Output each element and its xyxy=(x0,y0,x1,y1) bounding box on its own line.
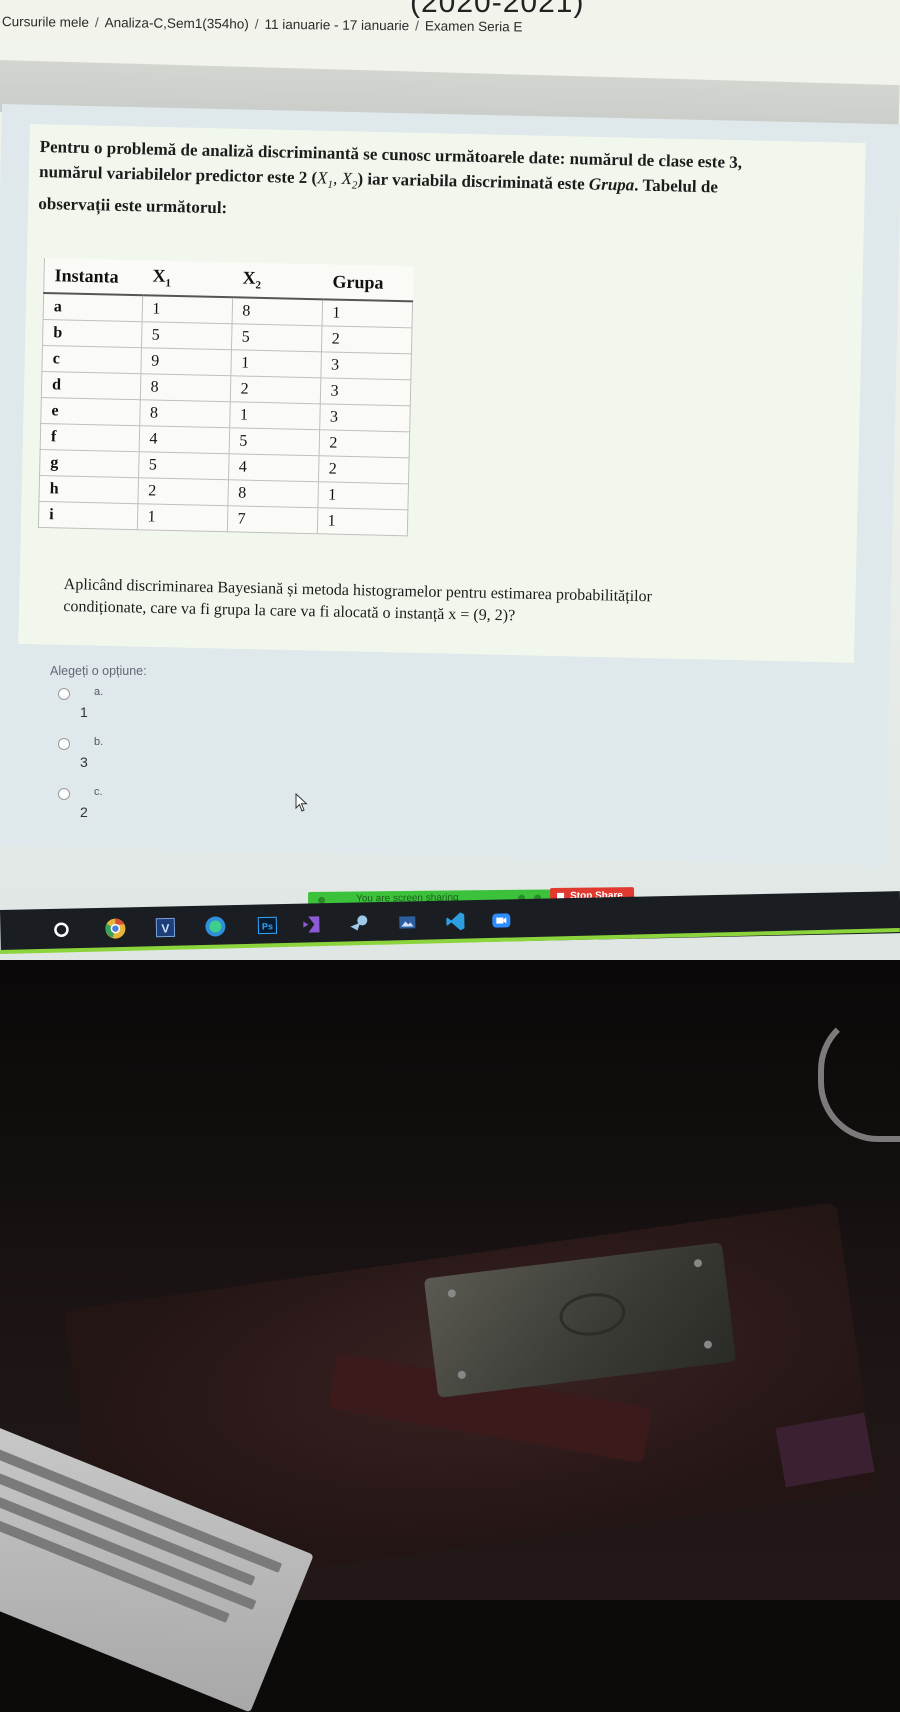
cell-x2: 1 xyxy=(229,401,320,430)
rivet xyxy=(447,1288,457,1298)
vscode-icon[interactable] xyxy=(444,910,466,932)
option-value: 1 xyxy=(80,704,88,720)
chrome-icon[interactable] xyxy=(104,917,126,939)
cell-x1: 2 xyxy=(137,477,229,506)
cell-x2: 8 xyxy=(227,479,318,508)
cell-instanta: b xyxy=(42,319,142,348)
photos-icon[interactable] xyxy=(396,911,418,933)
cell-instanta: c xyxy=(41,345,141,374)
photoshop-icon[interactable]: Ps xyxy=(256,914,278,936)
cell-x1: 1 xyxy=(136,503,228,532)
cell-grupa: 3 xyxy=(319,403,410,432)
option-letter: c. xyxy=(94,786,103,798)
virtualbox-icon[interactable]: V xyxy=(154,916,176,938)
cell-instanta: f xyxy=(40,423,140,452)
cell-grupa: 2 xyxy=(320,325,412,354)
monitor-screen: (2020-2021) Cursurile mele / Analiza-C,Sem… xyxy=(0,0,900,960)
cell-x1: 9 xyxy=(140,347,231,376)
option-letter: a. xyxy=(94,686,104,698)
cell-grupa: 1 xyxy=(317,481,408,510)
page-title-fragment: (2020-2021) xyxy=(410,0,585,19)
svg-text:V: V xyxy=(161,921,169,935)
option-value: 3 xyxy=(80,754,88,770)
choose-option-label: Alegeți o opțiune: xyxy=(50,664,147,678)
option-value: 2 xyxy=(80,804,88,820)
cell-x2: 1 xyxy=(230,349,321,378)
cell-instanta: h xyxy=(38,475,139,504)
visual-studio-icon[interactable] xyxy=(300,913,322,935)
steam-icon[interactable] xyxy=(348,912,370,934)
cell-grupa: 2 xyxy=(318,429,410,458)
cell-x1: 4 xyxy=(138,425,230,454)
cell-x2: 7 xyxy=(226,505,318,534)
breadcrumb-item-my-courses[interactable]: Cursurile mele xyxy=(2,14,89,30)
table-header-grupa: Grupa xyxy=(322,264,413,302)
cell-x1: 8 xyxy=(139,399,230,428)
breadcrumb-separator: / xyxy=(254,16,259,32)
table-header-x1: X1 xyxy=(142,260,233,298)
cell-x2: 4 xyxy=(228,453,319,482)
cell-instanta: i xyxy=(38,501,138,530)
cell-x2: 5 xyxy=(230,323,322,352)
cell-instanta: g xyxy=(39,449,139,478)
cell-x2: 2 xyxy=(229,375,321,404)
cell-x1: 5 xyxy=(138,451,229,480)
cell-instanta: d xyxy=(41,371,141,400)
radio-button[interactable] xyxy=(58,788,70,800)
leaf-symbol-icon xyxy=(557,1289,628,1340)
rivet xyxy=(703,1340,713,1350)
option-letter: b. xyxy=(94,736,104,748)
cell-x2: 5 xyxy=(228,427,320,456)
radio-button[interactable] xyxy=(58,738,70,750)
rivet xyxy=(457,1370,467,1380)
cell-x1: 5 xyxy=(140,321,232,350)
cell-x2: 8 xyxy=(231,297,323,326)
radio-button[interactable] xyxy=(58,688,70,700)
edge-icon[interactable] xyxy=(204,915,226,937)
cell-instanta: e xyxy=(40,397,140,426)
breadcrumb-item-exam[interactable]: Examen Seria E xyxy=(425,18,523,34)
observations-table: Instanta X1 X2 Grupa a181b552c913d823e81… xyxy=(37,258,414,537)
cell-grupa: 3 xyxy=(320,351,411,380)
cell-grupa: 1 xyxy=(321,299,413,328)
breadcrumb-separator: / xyxy=(94,14,99,31)
cortana-icon[interactable] xyxy=(50,918,72,940)
table-header-instanta: Instanta xyxy=(43,258,143,296)
cell-x1: 1 xyxy=(141,295,233,324)
breadcrumb-separator: / xyxy=(415,18,419,34)
breadcrumb-item-course[interactable]: Analiza-C,Sem1(354ho) xyxy=(105,15,249,32)
cell-grupa: 3 xyxy=(319,377,411,406)
rivet xyxy=(693,1258,703,1268)
zoom-icon[interactable] xyxy=(490,909,512,931)
cell-x1: 8 xyxy=(139,373,231,402)
breadcrumb-item-week[interactable]: 11 ianuarie - 17 ianuarie xyxy=(264,17,409,34)
cell-grupa: 2 xyxy=(317,455,409,484)
svg-text:Ps: Ps xyxy=(262,921,273,931)
mouse-cursor-icon xyxy=(295,793,308,812)
table-header-x2: X2 xyxy=(232,262,323,300)
cell-grupa: 1 xyxy=(316,507,408,536)
cell-instanta: a xyxy=(43,293,143,322)
